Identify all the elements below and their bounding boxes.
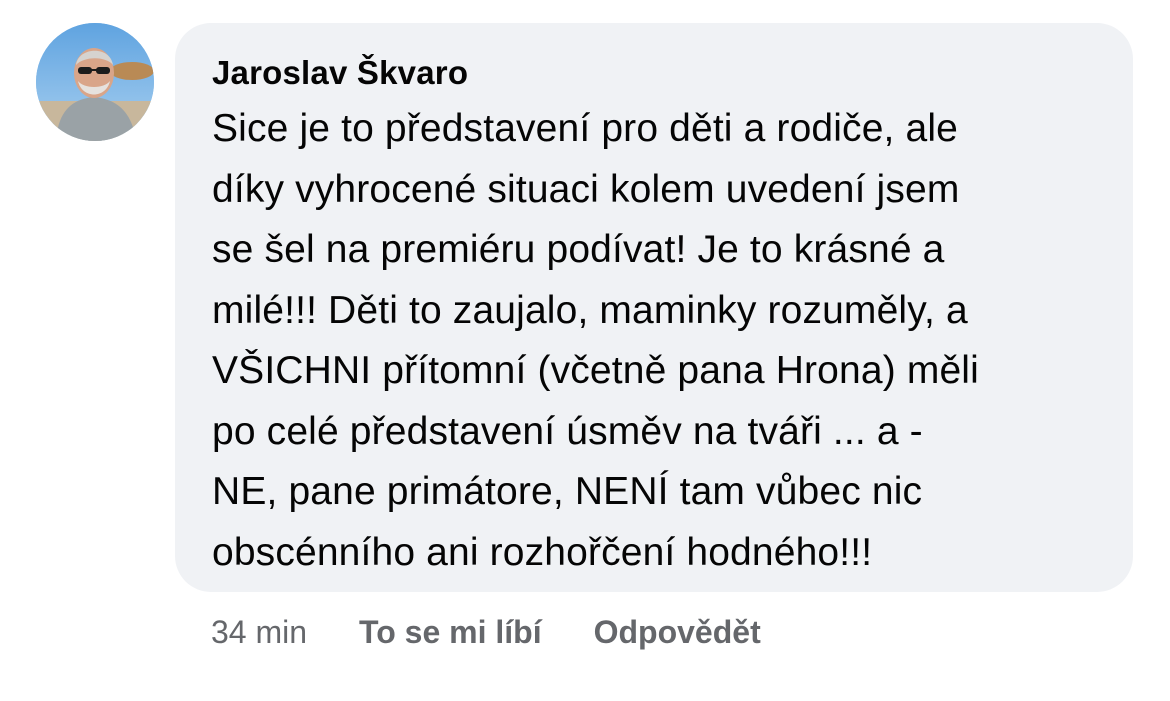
timestamp[interactable]: 34 min <box>211 614 307 651</box>
avatar[interactable] <box>36 23 154 141</box>
comment-actions: 34 min To se mi líbí Odpovědět <box>211 612 813 652</box>
reply-button[interactable]: Odpovědět <box>594 614 761 651</box>
comment-text: Sice je to představení pro děti a rodiče… <box>212 107 979 574</box>
avatar-photo <box>36 23 154 141</box>
like-button[interactable]: To se mi líbí <box>359 614 542 651</box>
author-name[interactable]: Jaroslav Škvaro <box>212 53 1103 93</box>
comment-bubble: Jaroslav Škvaro Sice je to představení p… <box>175 23 1133 592</box>
comment: Jaroslav Škvaro Sice je to představení p… <box>0 0 1170 701</box>
